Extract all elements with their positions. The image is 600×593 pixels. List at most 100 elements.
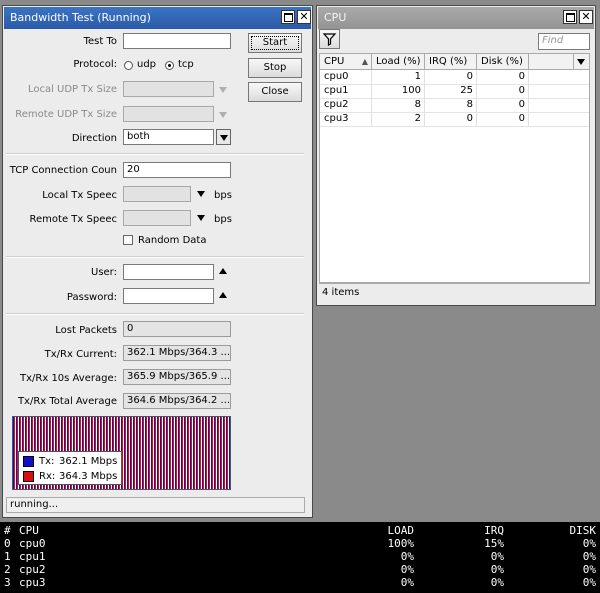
table-row-irq[interactable]: 8 — [425, 98, 477, 112]
legend-tx-value: 362.1 Mbps — [59, 456, 118, 467]
table-row-cpu[interactable]: cpu0 — [324, 70, 372, 84]
password-collapse-icon[interactable] — [219, 292, 227, 298]
terminal-row-cpu: cpu2 — [19, 563, 46, 576]
remote-udp-tx-size-field — [123, 106, 214, 122]
table-row-cpu[interactable]: cpu2 — [324, 98, 372, 112]
table-row-load[interactable]: 100 — [372, 84, 425, 98]
row-divider — [320, 126, 589, 127]
protocol-tcp-radio[interactable] — [165, 61, 174, 70]
table-row-disk[interactable]: 0 — [477, 112, 529, 126]
tx-rx-10s-average-label: Tx/Rx 10s Average: — [20, 373, 117, 384]
terminal-row-num: 1 — [4, 550, 11, 563]
filter-button[interactable] — [319, 29, 340, 49]
table-row-load[interactable]: 1 — [372, 70, 425, 84]
table-row-load[interactable]: 8 — [372, 98, 425, 112]
terminal-row-disk: 0% — [582, 550, 596, 563]
close-icon[interactable]: ✕ — [579, 10, 593, 24]
table-row-cpu[interactable]: cpu1 — [324, 84, 372, 98]
table-row-disk[interactable]: 0 — [477, 70, 529, 84]
terminal-row-load: 0% — [400, 563, 414, 576]
remote-udp-dropdown-icon — [219, 112, 227, 118]
column-header-disk[interactable]: Disk (%) — [477, 54, 529, 70]
table-row-irq[interactable]: 25 — [425, 84, 477, 98]
tx-color-swatch — [23, 456, 34, 467]
start-button[interactable]: Start — [248, 33, 302, 53]
table-row-irq[interactable]: 0 — [425, 70, 477, 84]
window-title: Bandwidth Test (Running) — [10, 11, 151, 24]
maximize-icon[interactable] — [281, 10, 295, 24]
local-tx-speed-label: Local Tx Speec — [42, 190, 117, 201]
find-input[interactable]: Find — [538, 33, 590, 50]
terminal-header-load: LOAD — [387, 524, 415, 537]
terminal-row-num: 3 — [4, 576, 11, 589]
tcp-connection-count-label: TCP Connection Coun — [9, 165, 117, 176]
protocol-udp-radio[interactable] — [124, 61, 133, 70]
footer-divider — [320, 282, 589, 283]
cpu-titlebar[interactable]: CPU ✕ — [318, 7, 594, 29]
terminal-row-irq: 15% — [484, 537, 504, 550]
remote-tx-speed-unit: bps — [214, 214, 232, 225]
table-row-load[interactable]: 2 — [372, 112, 425, 126]
local-tx-speed-field[interactable] — [123, 186, 191, 202]
bandwidth-test-titlebar[interactable]: Bandwidth Test (Running) ✕ — [4, 7, 311, 29]
local-udp-dropdown-icon — [219, 87, 227, 93]
tcp-connection-count-input[interactable]: 20 — [123, 162, 231, 178]
find-placeholder: Find — [542, 35, 564, 46]
terminal-header-cpu: CPU — [19, 524, 39, 537]
item-count: 4 items — [322, 287, 360, 298]
random-data-checkbox[interactable] — [123, 235, 133, 245]
user-collapse-icon[interactable] — [219, 268, 227, 274]
terminal-row-irq: 0% — [490, 576, 504, 589]
terminal[interactable]: # CPU LOAD IRQ DISK 0 cpu0 100% 15% 0% 1… — [0, 522, 600, 593]
column-header-cpu[interactable]: CPU ▲ — [320, 54, 372, 70]
terminal-row-cpu: cpu0 — [19, 537, 46, 550]
tx-rx-total-average-value: 364.6 Mbps/364.2 ... — [123, 393, 231, 409]
direction-select[interactable]: both — [123, 129, 214, 145]
password-label: Password: — [66, 292, 117, 303]
column-header-load[interactable]: Load (%) — [372, 54, 425, 70]
terminal-header-disk: DISK — [569, 524, 597, 537]
test-to-input[interactable] — [123, 33, 231, 49]
chevron-down-icon — [577, 59, 585, 65]
local-tx-speed-unit: bps — [214, 190, 232, 201]
separator — [6, 153, 304, 155]
lost-packets-label: Lost Packets — [55, 325, 117, 336]
table-row-disk[interactable]: 0 — [477, 84, 529, 98]
table-row-irq[interactable]: 0 — [425, 112, 477, 126]
rx-color-swatch — [23, 471, 34, 482]
user-input[interactable] — [123, 264, 214, 280]
random-data-label: Random Data — [138, 235, 207, 246]
column-header-irq[interactable]: IRQ (%) — [425, 54, 477, 70]
close-icon[interactable]: ✕ — [297, 10, 311, 24]
remote-tx-speed-dropdown-icon[interactable] — [197, 215, 205, 221]
graph-legend: Tx: 362.1 Mbps Rx: 364.3 Mbps — [18, 451, 122, 485]
lost-packets-value: 0 — [123, 321, 231, 337]
terminal-header-irq: IRQ — [484, 524, 504, 537]
terminal-row-num: 2 — [4, 563, 11, 576]
password-input[interactable] — [123, 288, 214, 304]
column-menu-button[interactable] — [574, 54, 589, 70]
user-label: User: — [91, 267, 117, 278]
separator — [6, 256, 304, 258]
table-row-disk[interactable]: 0 — [477, 98, 529, 112]
tx-rx-10s-average-value: 365.9 Mbps/365.9 ... — [123, 369, 231, 385]
terminal-row-cpu: cpu3 — [19, 576, 46, 589]
terminal-row-load: 0% — [400, 576, 414, 589]
stop-button[interactable]: Stop — [248, 58, 302, 78]
terminal-row-disk: 0% — [582, 576, 596, 589]
terminal-row-cpu: cpu1 — [19, 550, 46, 563]
direction-dropdown-button[interactable] — [216, 129, 231, 145]
terminal-row-irq: 0% — [490, 550, 504, 563]
traffic-graph: Tx: 362.1 Mbps Rx: 364.3 Mbps — [12, 416, 231, 490]
close-button[interactable]: Close — [248, 82, 302, 102]
column-header-spacer — [529, 54, 574, 70]
legend-rx-value: 364.3 Mbps — [59, 471, 118, 482]
local-tx-speed-dropdown-icon[interactable] — [197, 191, 205, 197]
terminal-row-disk: 0% — [582, 563, 596, 576]
direction-label: Direction — [71, 133, 117, 144]
remote-tx-speed-field[interactable] — [123, 210, 191, 226]
sort-ascending-icon: ▲ — [361, 57, 368, 66]
table-row-cpu[interactable]: cpu3 — [324, 112, 372, 126]
protocol-label: Protocol: — [73, 59, 117, 70]
maximize-icon[interactable] — [563, 10, 577, 24]
